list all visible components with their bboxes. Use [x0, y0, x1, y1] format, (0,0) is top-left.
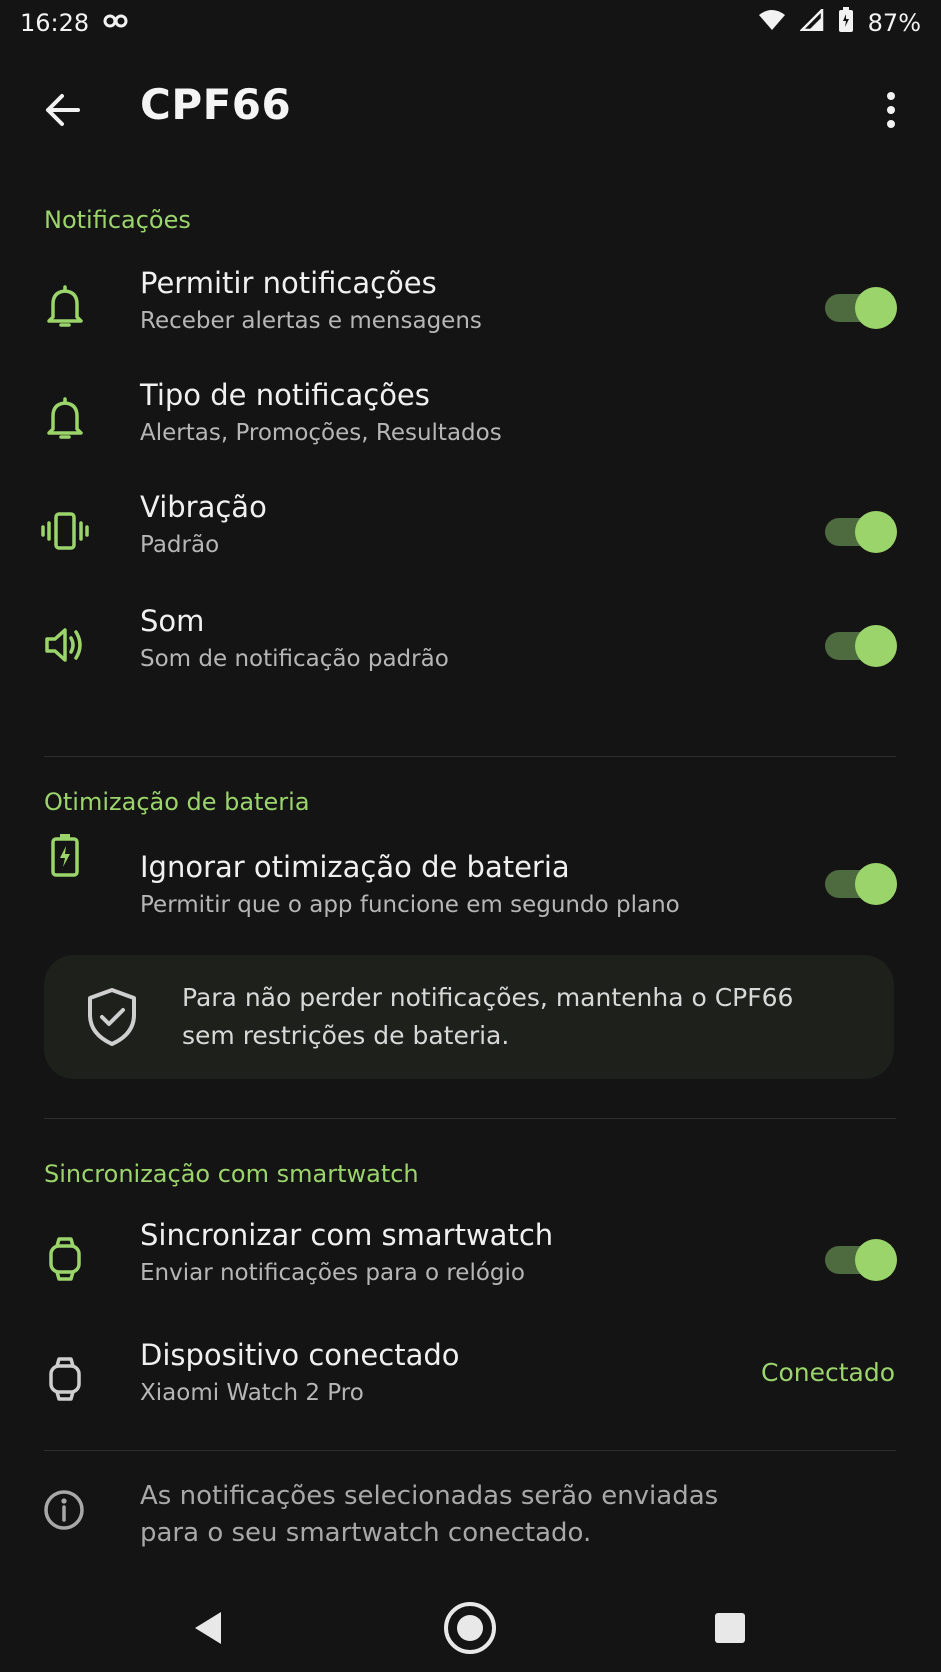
setting-allow-notifications[interactable]: Permitir notificações Receber alertas e … [0, 256, 941, 356]
back-button[interactable] [38, 86, 86, 134]
status-time: 16:28 [20, 9, 90, 37]
setting-title: Sincronizar com smartwatch [140, 1218, 554, 1252]
signal-icon [798, 6, 824, 37]
section-divider [44, 1450, 896, 1451]
setting-title: Tipo de notificações [140, 378, 430, 412]
shield-check-icon [84, 987, 144, 1047]
setting-subtitle: Alertas, Promoções, Resultados [140, 420, 502, 446]
top-app-bar: CPF66 [0, 64, 941, 154]
ignore-battery-optimization-toggle[interactable] [825, 863, 897, 905]
allow-notifications-toggle[interactable] [825, 287, 897, 329]
arrow-left-icon [46, 94, 80, 126]
setting-title: Som [140, 604, 205, 638]
setting-notification-type[interactable]: Tipo de notificações Alertas, Promoções,… [0, 368, 941, 468]
more-vert-icon [887, 92, 895, 128]
setting-sound[interactable]: Som Som de notificação padrão [0, 594, 941, 694]
bell-icon [40, 394, 90, 444]
battery-icon [838, 7, 854, 39]
nav-back-button[interactable] [178, 1598, 238, 1658]
home-circle-icon [444, 1602, 496, 1654]
setting-subtitle: Som de notificação padrão [140, 646, 449, 672]
smartwatch-footer-note: As notificações selecionadas serão envia… [0, 1470, 941, 1560]
system-nav-bar [0, 1580, 941, 1672]
vibration-icon [40, 506, 90, 556]
battery-info-line1: Para não perder notificações, mantenha o… [182, 983, 794, 1012]
setting-title: Dispositivo conectado [140, 1338, 460, 1372]
battery-percent: 87% [867, 9, 921, 37]
battery-charge-icon [40, 830, 90, 880]
link-icon [103, 9, 129, 37]
battery-info-line2: sem restrições de bateria. [182, 1021, 510, 1050]
section-title-smartwatch: Sincronização com smartwatch [44, 1160, 419, 1188]
setting-subtitle: Permitir que o app funcione em segundo p… [140, 892, 680, 918]
setting-subtitle: Padrão [140, 532, 220, 558]
bell-icon [40, 282, 90, 332]
footer-note-line1: As notificações selecionadas serão envia… [140, 1481, 719, 1511]
status-right: 87% [758, 6, 921, 39]
sound-toggle[interactable] [825, 625, 897, 667]
setting-connected-device[interactable]: Dispositivo conectado Xiaomi Watch 2 Pro… [0, 1328, 941, 1428]
section-title-notifications: Notificações [44, 206, 191, 234]
footer-note-text: As notificações selecionadas serão envia… [140, 1478, 840, 1552]
section-divider [44, 756, 896, 757]
status-bar: 16:28 87% [0, 0, 941, 46]
setting-subtitle: Receber alertas e mensagens [140, 308, 482, 334]
status-left: 16:28 [20, 9, 129, 37]
volume-icon [40, 620, 90, 670]
setting-subtitle: Enviar notificações para o relógio [140, 1260, 525, 1286]
battery-info-text: Para não perder notificações, mantenha o… [182, 979, 822, 1055]
watch-icon [40, 1234, 90, 1284]
setting-vibration[interactable]: Vibração Padrão [0, 480, 941, 580]
setting-title: Ignorar otimização de bateria [140, 850, 570, 884]
connection-status: Conectado [760, 1358, 895, 1387]
nav-home-button[interactable] [440, 1598, 500, 1658]
recents-square-icon [715, 1613, 745, 1643]
watch-icon [40, 1354, 90, 1404]
page-title: CPF66 [140, 80, 292, 129]
footer-note-line2: para o seu smartwatch conectado. [140, 1518, 592, 1548]
setting-ignore-battery-optimization[interactable]: Ignorar otimização de bateria Permitir q… [0, 800, 941, 918]
info-icon [42, 1488, 90, 1536]
setting-subtitle: Xiaomi Watch 2 Pro [140, 1380, 364, 1406]
more-options-button[interactable] [871, 86, 911, 134]
vibration-toggle[interactable] [825, 511, 897, 553]
setting-title: Vibração [140, 490, 267, 524]
battery-info-card: Para não perder notificações, mantenha o… [44, 955, 894, 1079]
section-divider [44, 1118, 896, 1119]
back-triangle-icon [195, 1612, 221, 1644]
setting-sync-smartwatch[interactable]: Sincronizar com smartwatch Enviar notifi… [0, 1208, 941, 1308]
nav-recents-button[interactable] [700, 1598, 760, 1658]
sync-smartwatch-toggle[interactable] [825, 1239, 897, 1281]
setting-title: Permitir notificações [140, 266, 437, 300]
wifi-icon [758, 9, 786, 37]
